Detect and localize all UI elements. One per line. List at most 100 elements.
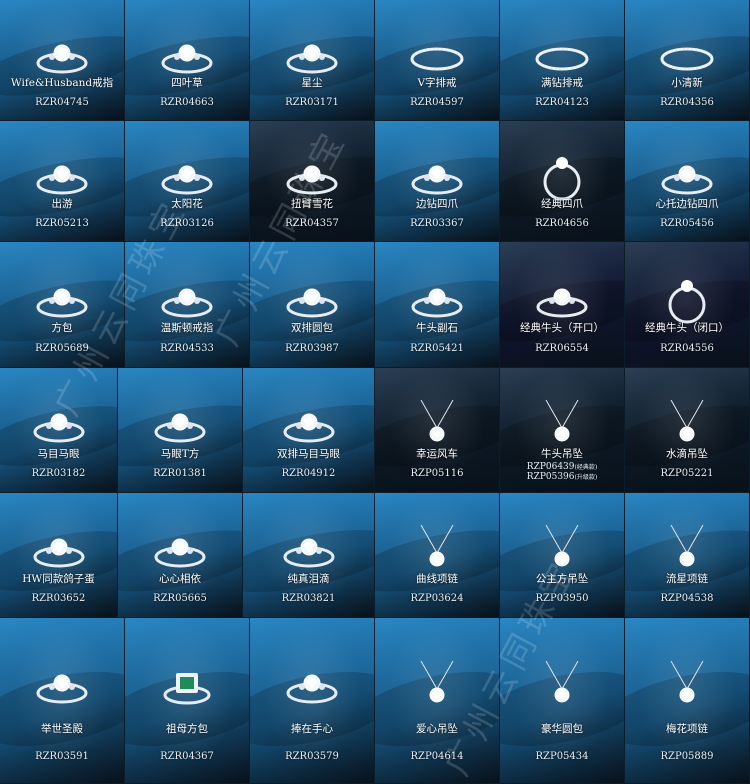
product-code: RZR04556 — [660, 343, 714, 354]
product-tile: 满钻排戒 RZR04123 — [500, 0, 625, 121]
product-code: RZR04533 — [160, 343, 214, 354]
product-tile: 梅花项链 RZP05889 — [625, 618, 750, 784]
product-name: 方包 — [51, 322, 73, 334]
product-tile: 幸运风车 RZP05116 — [375, 368, 500, 493]
product-code: RZP04614 — [410, 751, 464, 762]
product-tile: 捧在手心 RZR03579 — [250, 618, 375, 784]
product-code: RZP05396(升级款) — [526, 472, 598, 482]
product-name: 纯真泪滴 — [287, 573, 330, 585]
product-code: RZR03591 — [35, 751, 89, 762]
product-code: RZP05889 — [660, 751, 714, 762]
product-code: RZR04356 — [660, 97, 714, 108]
product-tile: 纯真泪滴 RZR03821 — [243, 493, 375, 618]
product-tile: 马目马眼 RZR03182 — [0, 368, 118, 493]
product-name: 流星项链 — [666, 573, 708, 585]
product-code: RZR01381 — [153, 468, 207, 479]
product-tile: 公主方吊坠 RZP03950 — [500, 493, 625, 618]
product-tile: 四叶草 RZR04663 — [125, 0, 250, 121]
product-tile: 曲线项链 RZP03624 — [375, 493, 500, 618]
product-name: 祖母方包 — [166, 723, 208, 735]
product-tile: HW同款鸽子蛋 RZR03652 — [0, 493, 118, 618]
product-code: RZP06439(经典款) — [526, 462, 598, 472]
product-tile: 牛头副石 RZR05421 — [375, 242, 500, 368]
product-code: RZR03171 — [285, 97, 339, 108]
product-code: RZR03579 — [285, 751, 339, 762]
product-name: 经典牛头（开口） — [520, 322, 604, 334]
product-tile: 经典牛头（开口） RZR06554 — [500, 242, 625, 368]
product-name: 爱心吊坠 — [416, 723, 458, 735]
product-name: HW同款鸽子蛋 — [22, 573, 95, 585]
product-code: RZP04538 — [660, 593, 714, 604]
product-tile: 流星项链 RZP04538 — [625, 493, 750, 618]
product-code: RZR05689 — [35, 343, 89, 354]
product-tile: 出游 RZR05213 — [0, 121, 125, 242]
product-name: 扭臂雪花 — [291, 198, 333, 210]
product-name: 曲线项链 — [416, 573, 458, 585]
ring-image — [32, 661, 92, 715]
product-tile: 温斯顿戒指 RZR04533 — [125, 242, 250, 368]
product-code: RZR04597 — [410, 97, 464, 108]
product-name: 捧在手心 — [291, 723, 333, 735]
emerald-image — [157, 661, 217, 715]
product-name: 温斯顿戒指 — [160, 322, 214, 334]
product-name: 小清新 — [671, 77, 703, 89]
product-name: 马眼T方 — [160, 448, 200, 460]
product-name: 举世圣殿 — [41, 723, 83, 735]
product-name: 水滴吊坠 — [666, 448, 708, 460]
product-code: RZR03182 — [31, 468, 86, 479]
product-tile: 牛头吊坠 RZP06439(经典款) RZP05396(升级款) — [500, 368, 625, 493]
product-tile: 经典牛头（闭口） RZR04556 — [625, 242, 750, 368]
product-tile: 双排马目马眼 RZR04912 — [243, 368, 375, 493]
pendant-image — [657, 660, 717, 715]
product-name: 经典牛头（闭口） — [645, 322, 729, 334]
product-code: RZR05456 — [660, 218, 714, 229]
product-name: 星尘 — [301, 77, 323, 89]
product-tile: V字排戒 RZR04597 — [375, 0, 500, 121]
product-code: RZP05434 — [535, 751, 589, 762]
product-tile: 小清新 RZR04356 — [625, 0, 750, 121]
product-name: 出游 — [51, 198, 73, 210]
pendant-image — [407, 660, 467, 715]
product-code: RZR04367 — [160, 751, 214, 762]
product-name: 满钻排戒 — [541, 77, 583, 89]
product-name: 双排马目马眼 — [277, 448, 340, 460]
product-name: V字排戒 — [417, 77, 457, 89]
product-code: RZP05221 — [660, 468, 714, 479]
product-grid: Wife&Husband戒指 RZR04745 四叶草 RZR04663 星尘 RZR03… — [0, 0, 750, 784]
product-code: RZR04656 — [535, 218, 589, 229]
product-name: 经典四爪 — [541, 198, 583, 210]
ring-image — [282, 661, 342, 715]
product-name: 心心相依 — [159, 573, 201, 585]
product-code: RZR05213 — [35, 218, 89, 229]
product-code: RZR04123 — [535, 97, 589, 108]
product-code: RZR04912 — [281, 468, 336, 479]
product-code: RZR03126 — [160, 218, 214, 229]
product-tile: 心托边钻四爪 RZR05456 — [625, 121, 750, 242]
product-tile: 举世圣殿 RZR03591 — [0, 618, 125, 784]
product-tile: 水滴吊坠 RZP05221 — [625, 368, 750, 493]
product-tile: 扭臂雪花 RZR04357 — [250, 121, 375, 242]
product-tile: 方包 RZR05689 — [0, 242, 125, 368]
product-code: RZP03950 — [535, 593, 589, 604]
product-name: 牛头副石 — [416, 322, 458, 334]
product-code: RZR04745 — [35, 97, 89, 108]
product-tile: 双排圆包 RZR03987 — [250, 242, 375, 368]
product-code: RZP05116 — [410, 468, 464, 479]
product-code: RZR05665 — [153, 593, 207, 604]
product-name: Wife&Husband戒指 — [10, 77, 114, 89]
product-name: 四叶草 — [171, 77, 203, 89]
product-name: 梅花项链 — [666, 723, 708, 735]
product-tile: 太阳花 RZR03126 — [125, 121, 250, 242]
product-code: RZP03624 — [410, 593, 464, 604]
product-name: 太阳花 — [171, 198, 203, 210]
product-code: RZR03987 — [285, 343, 339, 354]
product-tile: 经典四爪 RZR04656 — [500, 121, 625, 242]
product-tile: 爱心吊坠 RZP04614 — [375, 618, 500, 784]
product-code: RZR04663 — [160, 97, 214, 108]
product-name: 公主方吊坠 — [535, 573, 589, 585]
product-code: RZR03821 — [281, 593, 336, 604]
product-tile: Wife&Husband戒指 RZR04745 — [0, 0, 125, 121]
product-code: RZR03652 — [31, 593, 86, 604]
product-name: 马目马眼 — [37, 448, 80, 460]
pendant-image — [532, 660, 592, 715]
